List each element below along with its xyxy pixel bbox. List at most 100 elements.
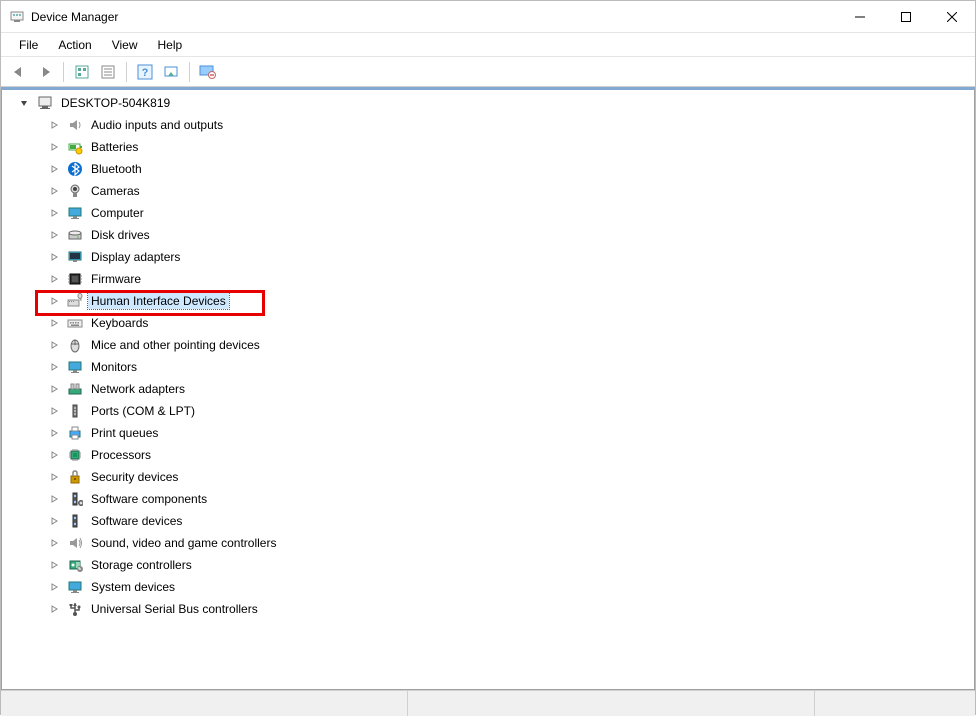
mouse-icon (66, 336, 84, 354)
expand-icon[interactable] (48, 251, 60, 263)
expand-icon[interactable] (48, 119, 60, 131)
maximize-button[interactable] (883, 2, 929, 32)
tree-item-printer[interactable]: Print queues (6, 422, 970, 444)
expand-icon[interactable] (48, 603, 60, 615)
titlebar: Device Manager (1, 1, 975, 33)
tree-item-mouse[interactable]: Mice and other pointing devices (6, 334, 970, 356)
back-button[interactable] (7, 60, 31, 84)
tree-item-label: Audio inputs and outputs (88, 117, 226, 133)
tree-item-display[interactable]: Display adapters (6, 246, 970, 268)
processor-icon (66, 446, 84, 464)
tree-root[interactable]: DESKTOP-504K819 (6, 92, 970, 114)
statusbar-segment (1, 691, 408, 716)
tree-item-label: Security devices (88, 469, 181, 485)
expand-icon[interactable] (48, 295, 60, 307)
collapse-icon[interactable] (18, 97, 30, 109)
expand-icon[interactable] (48, 141, 60, 153)
tree-item-label: Software components (88, 491, 210, 507)
display-icon (66, 248, 84, 266)
monitor-icon (66, 358, 84, 376)
usb-icon (66, 600, 84, 618)
tree-item-label: Ports (COM & LPT) (88, 403, 198, 419)
tree-item-network[interactable]: Network adapters (6, 378, 970, 400)
expand-icon[interactable] (48, 185, 60, 197)
toolbar-separator (189, 62, 190, 82)
show-hidden-button[interactable] (70, 60, 94, 84)
close-button[interactable] (929, 2, 975, 32)
statusbar-segment (815, 691, 975, 716)
minimize-button[interactable] (837, 2, 883, 32)
statusbar-segment (408, 691, 815, 716)
system-icon (66, 578, 84, 596)
menu-view[interactable]: View (102, 35, 148, 55)
tree-item-label: Disk drives (88, 227, 153, 243)
menu-file[interactable]: File (9, 35, 48, 55)
expand-icon[interactable] (48, 317, 60, 329)
tree-item-audio[interactable]: Audio inputs and outputs (6, 114, 970, 136)
device-tree[interactable]: DESKTOP-504K819 Audio inputs and outputs B… (2, 90, 974, 622)
storage-icon (66, 556, 84, 574)
menubar: File Action View Help (1, 33, 975, 57)
expand-icon[interactable] (48, 515, 60, 527)
expand-icon[interactable] (48, 339, 60, 351)
tree-item-monitor[interactable]: Computer (6, 202, 970, 224)
help-button[interactable]: ? (133, 60, 157, 84)
network-icon (66, 380, 84, 398)
tree-item-disk[interactable]: Disk drives (6, 224, 970, 246)
tree-item-processor[interactable]: Processors (6, 444, 970, 466)
tree-item-label: Universal Serial Bus controllers (88, 601, 261, 617)
expand-icon[interactable] (48, 559, 60, 571)
statusbar (1, 690, 975, 716)
properties-button[interactable] (96, 60, 120, 84)
audio-icon (66, 116, 84, 134)
softdev-icon (66, 512, 84, 530)
uninstall-button[interactable] (196, 60, 220, 84)
tree-item-label: Processors (88, 447, 154, 463)
menu-help[interactable]: Help (148, 35, 193, 55)
expand-icon[interactable] (48, 273, 60, 285)
tree-item-camera[interactable]: Cameras (6, 180, 970, 202)
tree-item-monitor[interactable]: Monitors (6, 356, 970, 378)
tree-item-battery[interactable]: Batteries (6, 136, 970, 158)
keyboard-icon (66, 314, 84, 332)
expand-icon[interactable] (48, 207, 60, 219)
toolbar-separator (126, 62, 127, 82)
tree-item-firmware[interactable]: Firmware (6, 268, 970, 290)
tree-item-security[interactable]: Security devices (6, 466, 970, 488)
tree-item-bluetooth[interactable]: Bluetooth (6, 158, 970, 180)
expand-icon[interactable] (48, 229, 60, 241)
expand-icon[interactable] (48, 405, 60, 417)
expand-icon[interactable] (48, 383, 60, 395)
window-title: Device Manager (31, 10, 837, 24)
expand-icon[interactable] (48, 471, 60, 483)
tree-item-storage[interactable]: Storage controllers (6, 554, 970, 576)
tree-item-system[interactable]: System devices (6, 576, 970, 598)
tree-item-label: Display adapters (88, 249, 183, 265)
tree-item-label: Batteries (88, 139, 141, 155)
expand-icon[interactable] (48, 537, 60, 549)
tree-item-hid[interactable]: Human Interface Devices (6, 290, 970, 312)
tree-item-label: Computer (88, 205, 147, 221)
tree-item-port[interactable]: Ports (COM & LPT) (6, 400, 970, 422)
tree-item-softcomp[interactable]: Software components (6, 488, 970, 510)
tree-item-sound[interactable]: Sound, video and game controllers (6, 532, 970, 554)
expand-icon[interactable] (48, 361, 60, 373)
tree-item-softdev[interactable]: Software devices (6, 510, 970, 532)
tree-item-usb[interactable]: Universal Serial Bus controllers (6, 598, 970, 620)
svg-text:?: ? (142, 67, 149, 79)
menu-action[interactable]: Action (48, 35, 101, 55)
security-icon (66, 468, 84, 486)
expand-icon[interactable] (48, 427, 60, 439)
forward-button[interactable] (33, 60, 57, 84)
battery-icon (66, 138, 84, 156)
expand-icon[interactable] (48, 493, 60, 505)
tree-item-label: Firmware (88, 271, 144, 287)
expand-icon[interactable] (48, 581, 60, 593)
tree-item-keyboard[interactable]: Keyboards (6, 312, 970, 334)
expand-icon[interactable] (48, 163, 60, 175)
scan-hardware-button[interactable] (159, 60, 183, 84)
softcomp-icon (66, 490, 84, 508)
computer-icon (36, 94, 54, 112)
toolbar-separator (63, 62, 64, 82)
expand-icon[interactable] (48, 449, 60, 461)
